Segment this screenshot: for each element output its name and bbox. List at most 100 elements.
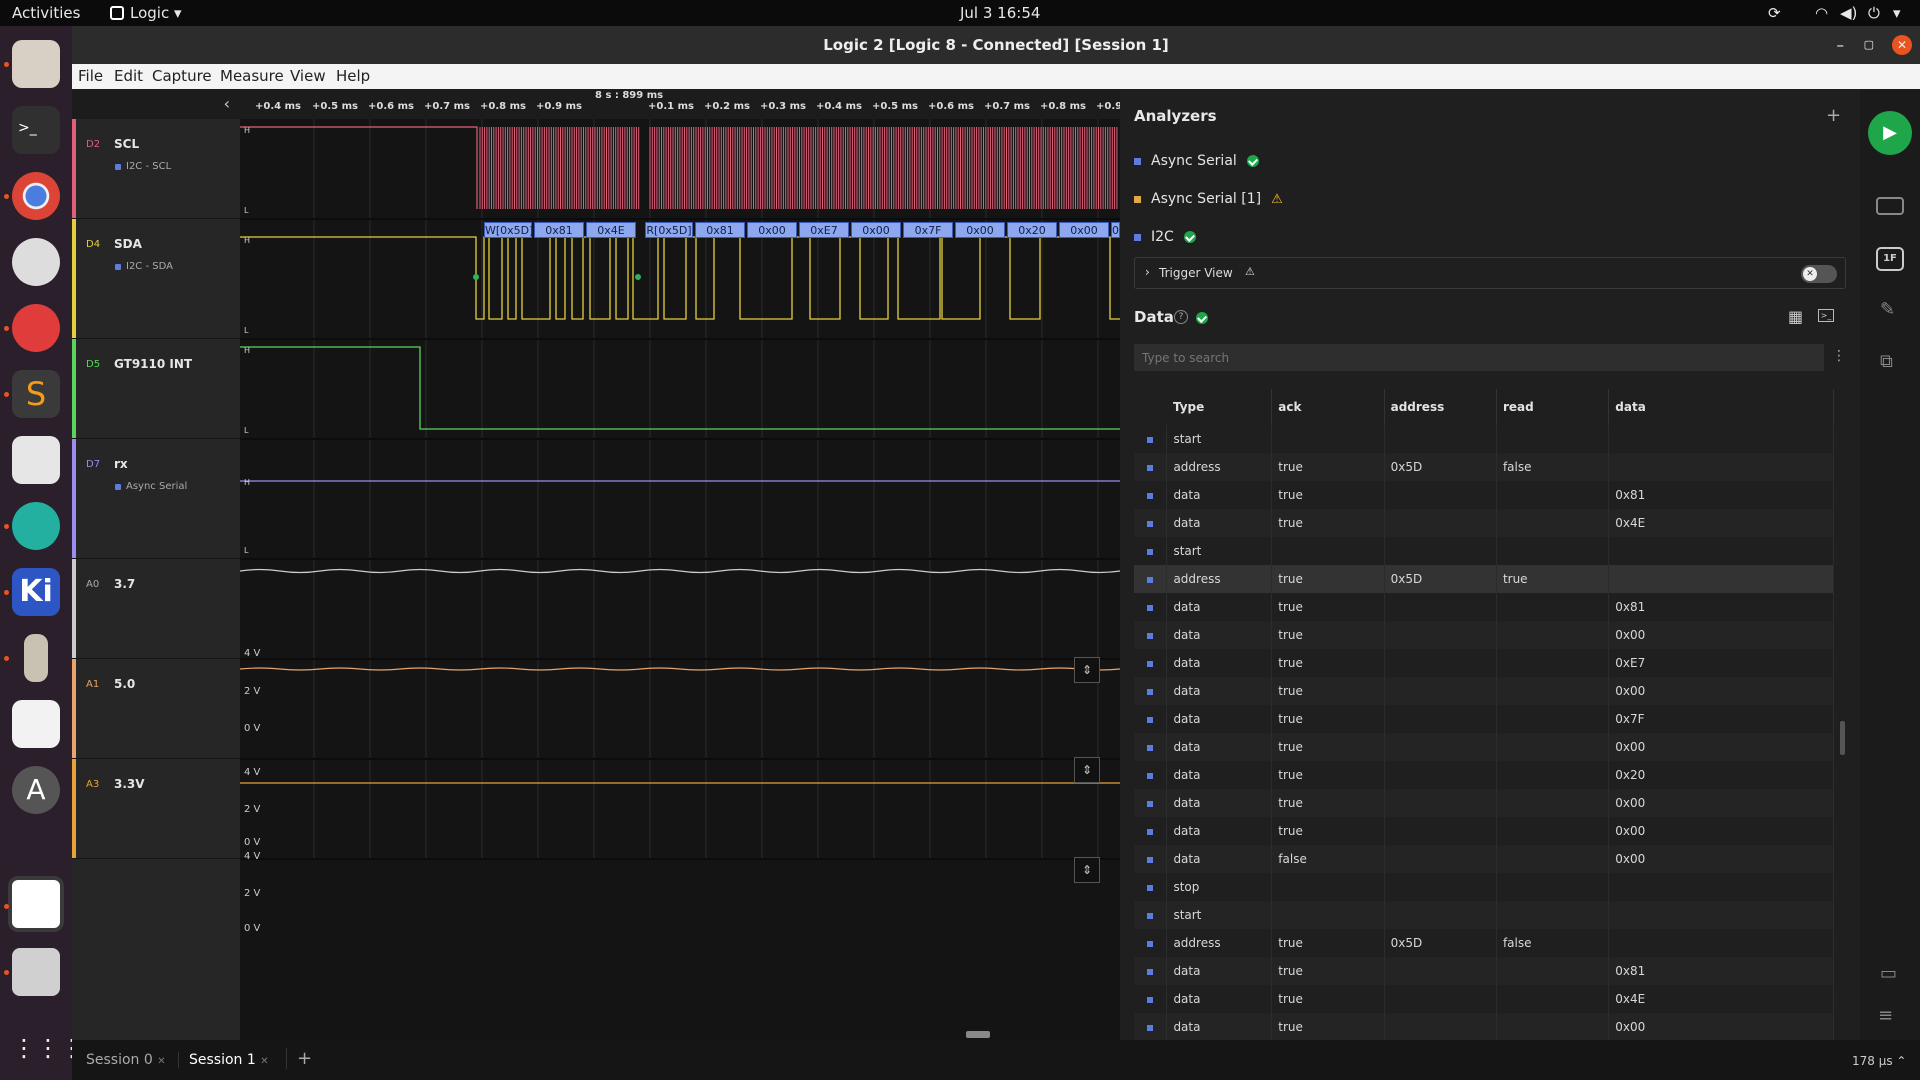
clock[interactable]: Jul 3 16:54 xyxy=(960,4,1040,22)
more-options-icon[interactable]: ⋮ xyxy=(1832,348,1846,364)
minimize-button[interactable]: – xyxy=(1837,26,1845,64)
channel-row-a3[interactable]: A3 3.3V xyxy=(72,759,240,859)
trigger-view-bar[interactable]: › Trigger View ⚠ ✕ xyxy=(1134,257,1846,289)
column-header[interactable]: data xyxy=(1608,389,1834,425)
column-header[interactable]: read xyxy=(1496,389,1610,425)
channel-row-a0[interactable]: A0 3.7 xyxy=(72,559,240,659)
channel-name[interactable]: SCL xyxy=(114,137,139,151)
table-row[interactable]: data true 0x00 xyxy=(1134,733,1834,761)
app-menu[interactable]: Logic ▾ xyxy=(110,4,182,22)
help-icon[interactable]: ? xyxy=(1174,310,1188,324)
table-row[interactable]: data true 0x00 xyxy=(1134,621,1834,649)
session-tab[interactable]: Session 0 ✕ xyxy=(86,1052,166,1068)
software-center-icon[interactable]: A xyxy=(12,766,60,814)
analyzer-item[interactable]: Async Serial xyxy=(1134,153,1259,169)
decoded-frame[interactable]: 0xE7 xyxy=(799,222,849,238)
channel-row-a1[interactable]: A1 5.0 xyxy=(72,659,240,759)
terminal-view-icon[interactable]: >_ xyxy=(1818,309,1834,322)
menu-view[interactable]: View xyxy=(290,67,326,85)
table-scroll-thumb[interactable] xyxy=(1840,721,1845,755)
table-row[interactable]: data true 0x00 xyxy=(1134,1013,1834,1041)
channel-row-gt9110-int[interactable]: D5 GT9110 INT xyxy=(72,339,240,439)
menu-measure[interactable]: Measure xyxy=(220,67,284,85)
decoded-frame[interactable]: 0x7F xyxy=(903,222,953,238)
device-settings-icon[interactable] xyxy=(1876,197,1904,215)
decoded-frame[interactable]: 0x81 xyxy=(534,222,584,238)
decoded-frame[interactable]: 0x81 xyxy=(695,222,745,238)
waveform-view[interactable]: 8 s : 899 ms +0.4 ms +0.5 ms +0.6 ms +0.… xyxy=(240,89,1120,1049)
autoscale-button[interactable]: ⇕ xyxy=(1074,657,1100,683)
trigger-toggle[interactable]: ✕ xyxy=(1801,265,1837,283)
analyzers-tab-icon[interactable]: 1F xyxy=(1876,247,1904,271)
table-row[interactable]: data true 0x00 xyxy=(1134,677,1834,705)
menu-capture[interactable]: Capture xyxy=(152,67,212,85)
time-ruler[interactable]: 8 s : 899 ms +0.4 ms +0.5 ms +0.6 ms +0.… xyxy=(240,89,1120,119)
table-row[interactable]: data true 0x7F xyxy=(1134,705,1834,733)
menu-edit[interactable]: Edit xyxy=(114,67,143,85)
system-menu-icon[interactable]: ▾ xyxy=(1893,4,1901,22)
table-row[interactable]: data true 0x20 xyxy=(1134,761,1834,789)
table-row[interactable]: address true 0x5D true xyxy=(1134,565,1834,593)
decoded-frame[interactable]: R[0x5D] xyxy=(645,222,693,238)
session-tab-active[interactable]: Session 1 ✕ xyxy=(178,1052,269,1068)
update-icon[interactable]: ⟳ xyxy=(1768,4,1781,22)
add-analyzer-button[interactable]: + xyxy=(1826,105,1841,126)
measurements-tab-icon[interactable]: ✎ xyxy=(1880,299,1895,320)
column-header[interactable]: ack xyxy=(1271,389,1385,425)
decoded-frame[interactable]: 0x00 xyxy=(1059,222,1109,238)
hamburger-menu-icon[interactable]: ≡ xyxy=(1878,1005,1893,1026)
analyzer-item[interactable]: Async Serial [1] ⚠ xyxy=(1134,191,1283,207)
logic-dock-icon[interactable] xyxy=(8,876,64,932)
data-search-input[interactable] xyxy=(1134,344,1824,371)
chrome-icon[interactable] xyxy=(12,172,60,220)
sublime-text-icon[interactable]: S xyxy=(12,370,60,418)
table-row[interactable]: data true 0x4E xyxy=(1134,985,1834,1013)
archive-icon[interactable] xyxy=(24,634,48,682)
files-icon[interactable] xyxy=(12,40,60,88)
menu-help[interactable]: Help xyxy=(336,67,370,85)
table-row[interactable]: data true 0x00 xyxy=(1134,817,1834,845)
table-row[interactable]: start xyxy=(1134,425,1834,453)
window-title-bar[interactable]: Logic 2 [Logic 8 - Connected] [Session 1… xyxy=(72,26,1920,64)
channel-row-sda[interactable]: D4 SDA I2C - SDA xyxy=(72,219,240,339)
table-row[interactable]: data true 0x81 xyxy=(1134,481,1834,509)
extensions-tab-icon[interactable]: ⧉ xyxy=(1880,351,1893,372)
autoscale-button[interactable]: ⇕ xyxy=(1074,857,1100,883)
wifi-icon[interactable]: ◠ xyxy=(1815,4,1828,22)
table-row[interactable]: data true 0x81 xyxy=(1134,957,1834,985)
menu-file[interactable]: File xyxy=(78,67,103,85)
column-header[interactable]: Type xyxy=(1166,389,1273,425)
magnifier-icon[interactable] xyxy=(12,948,60,996)
table-row[interactable]: address true 0x5D false xyxy=(1134,453,1834,481)
table-row[interactable]: start xyxy=(1134,901,1834,929)
autoscale-button[interactable]: ⇕ xyxy=(1074,757,1100,783)
decoded-frame[interactable]: 0x00 xyxy=(955,222,1005,238)
channel-row-scl[interactable]: D2 SCL I2C - SCL xyxy=(72,119,240,219)
table-row[interactable]: address true 0x5D false xyxy=(1134,929,1834,957)
channel-name[interactable]: 3.3V xyxy=(114,777,145,791)
show-apps-icon[interactable]: ⋮⋮⋮ xyxy=(12,1024,84,1072)
decoded-frame[interactable]: 0x20 xyxy=(1007,222,1057,238)
channel-name[interactable]: rx xyxy=(114,457,128,471)
terminal-icon[interactable]: >_ xyxy=(12,106,60,154)
webcam-icon[interactable] xyxy=(12,238,60,286)
close-button[interactable]: ✕ xyxy=(1892,35,1912,55)
table-row[interactable]: start xyxy=(1134,537,1834,565)
decoded-frame[interactable]: 0x00 xyxy=(851,222,901,238)
analyzer-item[interactable]: I2C xyxy=(1134,229,1196,245)
table-row[interactable]: data true 0x00 xyxy=(1134,789,1834,817)
table-row[interactable]: stop xyxy=(1134,873,1834,901)
table-row[interactable]: data true 0x81 xyxy=(1134,593,1834,621)
decoded-frame[interactable]: W[0x5D] xyxy=(484,222,533,238)
table-row[interactable]: data true 0x4E xyxy=(1134,509,1834,537)
kicad-icon[interactable]: Ki xyxy=(12,568,60,616)
computer-icon[interactable] xyxy=(12,436,60,484)
activities-button[interactable]: Activities xyxy=(12,4,80,22)
time-scale-readout[interactable]: 178 µs ⌃ xyxy=(1852,1054,1906,1068)
start-capture-button[interactable]: ▶ xyxy=(1868,111,1912,155)
power-icon[interactable]: ⏻ xyxy=(1868,4,1880,22)
close-tab-icon[interactable]: ✕ xyxy=(157,1056,165,1067)
volume-icon[interactable]: ◀) xyxy=(1840,4,1857,22)
collapse-chevron-icon[interactable]: ‹ xyxy=(224,94,230,113)
close-tab-icon[interactable]: ✕ xyxy=(260,1056,268,1067)
